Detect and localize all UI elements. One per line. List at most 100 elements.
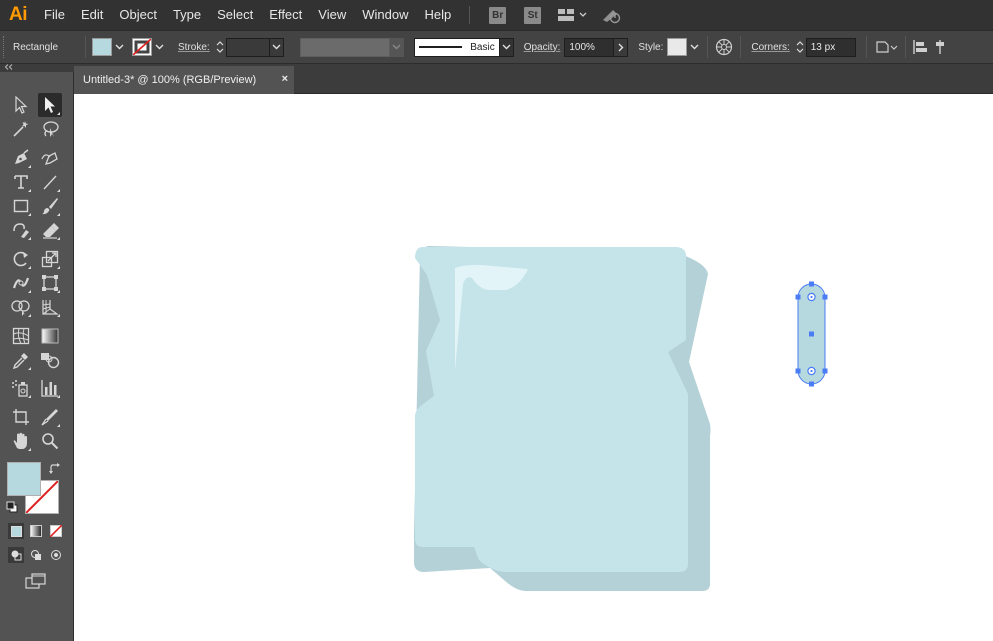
menu-type[interactable]: Type	[165, 0, 209, 30]
curvature-tool[interactable]	[38, 146, 62, 170]
mesh-tool[interactable]	[9, 324, 33, 348]
menu-select[interactable]: Select	[209, 0, 261, 30]
anchor-handle[interactable]	[809, 281, 814, 287]
zoom-tool[interactable]	[38, 429, 62, 453]
control-bar: Rectangle Stroke: Basic Opacity: 100% St…	[0, 30, 993, 64]
divider	[85, 36, 86, 58]
tool-flyout-indicator	[28, 189, 31, 192]
graphic-style-swatch[interactable]	[667, 38, 688, 56]
anchor-handle[interactable]	[795, 294, 801, 300]
opacity-field[interactable]: 100%	[564, 37, 615, 57]
stock-button[interactable]: St	[524, 6, 542, 24]
eyedropper-tool[interactable]	[9, 348, 33, 372]
workspace-switcher-icon[interactable]	[557, 8, 587, 22]
stroke-color-swatch[interactable]	[132, 38, 152, 56]
anchor-handle[interactable]	[809, 381, 814, 387]
rotate-tool[interactable]	[9, 247, 33, 271]
bridge-button[interactable]: Br	[489, 6, 507, 24]
menu-help[interactable]: Help	[416, 0, 459, 30]
tool-flyout-indicator	[28, 213, 31, 216]
menu-view[interactable]: View	[310, 0, 354, 30]
swap-fill-stroke-icon[interactable]	[48, 462, 62, 479]
type-tool[interactable]	[9, 170, 33, 194]
stroke-weight-field[interactable]	[225, 37, 270, 57]
style-dropdown-icon[interactable]	[687, 38, 701, 56]
menu-effect[interactable]: Effect	[261, 0, 310, 30]
artboard-tool[interactable]	[9, 405, 33, 429]
brush-definition-field[interactable]: Basic	[413, 37, 500, 57]
menu-divider	[469, 6, 471, 24]
stroke-weight-dropdown-icon[interactable]	[269, 37, 284, 57]
collapse-panel-icon[interactable]	[4, 64, 14, 72]
magic-wand-tool[interactable]	[9, 117, 33, 141]
none-mode-button[interactable]	[48, 523, 64, 539]
variable-width-dropdown-icon[interactable]	[389, 37, 404, 57]
color-mode-button[interactable]	[8, 523, 24, 539]
blend-tool[interactable]	[38, 348, 62, 372]
selected-rounded-rectangle[interactable]	[795, 281, 828, 387]
fill-swatch-front[interactable]	[7, 462, 41, 496]
document-tab-title: Untitled-3* @ 100% (RGB/Preview)	[83, 74, 257, 86]
anchor-handle[interactable]	[822, 294, 828, 300]
draw-behind-icon	[31, 550, 41, 560]
gradient-mode-button[interactable]	[28, 523, 44, 539]
close-tab-icon[interactable]: ×	[282, 73, 288, 85]
fill-color-swatch[interactable]	[92, 38, 112, 56]
variable-width-profile[interactable]	[299, 37, 390, 57]
change-screen-mode-button[interactable]	[24, 572, 48, 590]
artboard-canvas[interactable]	[74, 94, 993, 641]
gradient-tool[interactable]	[38, 324, 62, 348]
recolor-artwork-icon[interactable]	[714, 37, 734, 57]
scale-tool[interactable]	[38, 247, 62, 271]
fill-dropdown-icon[interactable]	[112, 38, 126, 56]
menu-window[interactable]: Window	[354, 0, 416, 30]
slice-tool[interactable]	[38, 405, 62, 429]
width-tool[interactable]	[9, 271, 33, 295]
menu-edit[interactable]: Edit	[73, 0, 111, 30]
hand-tool[interactable]	[9, 429, 33, 453]
selection-tool[interactable]	[9, 93, 33, 117]
anchor-handle[interactable]	[822, 368, 828, 374]
default-fill-stroke-icon[interactable]	[6, 501, 18, 516]
corners-stepper[interactable]	[794, 38, 806, 57]
align-left-icon[interactable]	[912, 39, 928, 55]
artwork	[414, 246, 828, 591]
gpu-performance-icon[interactable]	[601, 6, 623, 24]
symbol-sprayer-tool[interactable]	[9, 376, 33, 400]
corner-widget-bottom-dot	[810, 369, 813, 373]
anchor-handle[interactable]	[809, 331, 814, 337]
menu-file[interactable]: File	[36, 0, 73, 30]
anchor-handle[interactable]	[795, 368, 801, 374]
pen-tool[interactable]	[9, 146, 33, 170]
shape-builder-tool[interactable]	[9, 295, 33, 319]
stroke-label[interactable]: Stroke:	[174, 42, 214, 53]
lasso-tool[interactable]	[38, 117, 62, 141]
corners-radius-field[interactable]: 13 px	[805, 37, 856, 57]
perspective-grid-tool[interactable]	[38, 295, 62, 319]
tool-flyout-indicator	[57, 314, 60, 317]
menu-object[interactable]: Object	[111, 0, 165, 30]
divider	[707, 36, 709, 58]
draw-inside-button[interactable]	[48, 547, 64, 563]
column-graph-tool[interactable]	[38, 376, 62, 400]
brush-dropdown-icon[interactable]	[499, 37, 514, 57]
draw-normal-button[interactable]	[8, 547, 24, 563]
stroke-dropdown-icon[interactable]	[152, 38, 166, 56]
opacity-expand-icon[interactable]	[614, 37, 629, 57]
line-segment-tool[interactable]	[38, 170, 62, 194]
shaper-tool[interactable]	[9, 218, 33, 242]
opacity-label[interactable]: Opacity:	[520, 42, 565, 53]
direct-selection-tool[interactable]	[38, 93, 62, 117]
stroke-weight-stepper[interactable]	[214, 38, 226, 57]
eraser-tool[interactable]	[38, 218, 62, 242]
draw-behind-button[interactable]	[28, 547, 44, 563]
free-transform-tool[interactable]	[38, 271, 62, 295]
corners-label[interactable]: Corners:	[747, 42, 793, 53]
paintbrush-tool[interactable]	[38, 194, 62, 218]
align-center-icon[interactable]	[935, 39, 946, 55]
document-tab[interactable]: Untitled-3* @ 100% (RGB/Preview) ×	[74, 66, 294, 94]
rectangle-tool[interactable]	[9, 194, 33, 218]
tool-flyout-indicator	[57, 395, 60, 398]
tool-flyout-indicator	[28, 237, 31, 240]
shape-properties-icon[interactable]	[875, 39, 899, 55]
